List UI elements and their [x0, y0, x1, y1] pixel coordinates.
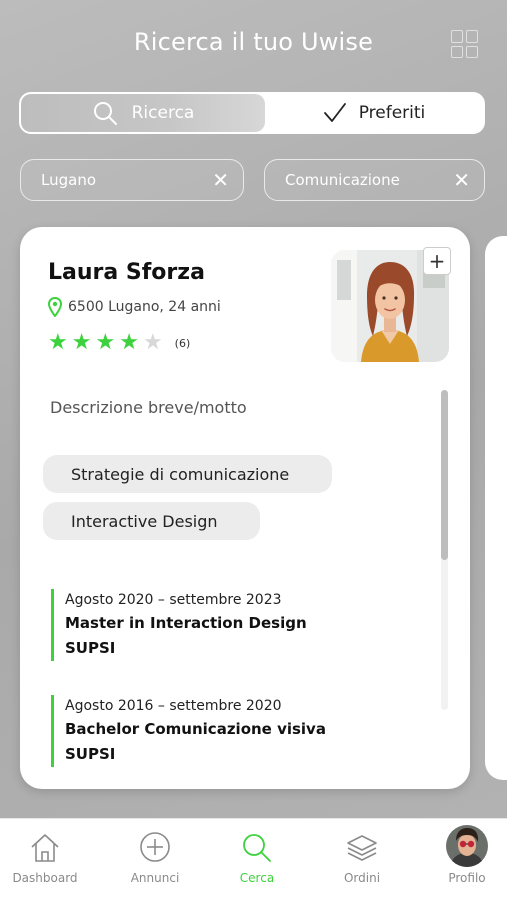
plus-circle-icon: [140, 832, 170, 862]
star-filled-icon: ★: [71, 330, 92, 355]
search-segment-button[interactable]: Ricerca: [21, 94, 265, 132]
avatar: [446, 825, 488, 867]
star-filled-icon: ★: [119, 330, 139, 355]
tab-ordini[interactable]: Ordini: [312, 819, 412, 901]
plus-icon: +: [428, 249, 446, 273]
education-entry: Agosto 2020 – settembre 2023 Master in I…: [51, 589, 307, 661]
education-school: SUPSI: [65, 639, 116, 657]
tab-profilo[interactable]: Profilo: [417, 819, 507, 901]
location-text: 6500 Lugano, 24 anni: [68, 299, 221, 315]
next-card-peek[interactable]: [485, 236, 507, 780]
star-empty-icon: ★: [142, 330, 163, 355]
profile-name: Laura Sforza: [48, 260, 205, 285]
profile-motto: Descrizione breve/motto: [50, 398, 247, 417]
scrollbar-thumb[interactable]: [441, 390, 448, 560]
bottom-tab-bar: Dashboard Annunci Cerca Ordini Profilo: [0, 818, 507, 900]
education-degree: Bachelor Comunicazione visiva: [65, 720, 326, 738]
layers-icon: [347, 835, 377, 861]
filter-chip-label: Comunicazione: [285, 171, 400, 189]
education-degree: Master in Interaction Design: [65, 614, 307, 632]
tab-label: Profilo: [448, 871, 486, 885]
skill-tag: Interactive Design: [43, 502, 260, 540]
close-icon[interactable]: ✕: [212, 170, 229, 190]
tab-label: Ordini: [343, 871, 381, 885]
profile-card[interactable]: Laura Sforza 6500 Lugano, 24 anni ★ ★ ★ …: [20, 227, 470, 789]
page-title: Ricerca il tuo Uwise: [133, 28, 374, 56]
search-icon: [93, 102, 117, 125]
tab-label: Cerca: [239, 871, 275, 885]
grid-view-icon[interactable]: [451, 30, 479, 58]
skill-tag: Strategie di comunicazione: [43, 455, 332, 493]
tab-dashboard[interactable]: Dashboard: [0, 819, 95, 901]
favorites-segment-label: Preferiti: [358, 103, 426, 123]
search-segment-label: Ricerca: [131, 103, 195, 123]
tab-annunci[interactable]: Annunci: [105, 819, 205, 901]
rating: ★ ★ ★ ★ ★ (6): [48, 332, 190, 354]
education-date: Agosto 2020 – settembre 2023: [65, 592, 282, 608]
education-school: SUPSI: [65, 745, 116, 763]
favorites-segment-button[interactable]: Preferiti: [265, 94, 483, 132]
tab-label: Annunci: [130, 871, 180, 885]
star-filled-icon: ★: [95, 330, 116, 355]
rating-count: (6): [174, 336, 191, 350]
search-mode-toggle: Ricerca Preferiti: [19, 92, 485, 134]
profile-location: 6500 Lugano, 24 anni: [48, 297, 221, 317]
search-icon: [243, 834, 271, 862]
home-icon: [31, 834, 59, 862]
location-pin-icon: [48, 297, 62, 317]
filter-chip-category[interactable]: Comunicazione ✕: [264, 159, 485, 201]
tab-cerca[interactable]: Cerca: [207, 819, 307, 901]
education-entry: Agosto 2016 – settembre 2020 Bachelor Co…: [51, 695, 326, 767]
close-icon[interactable]: ✕: [453, 170, 470, 190]
search-screen: Ricerca il tuo Uwise Ricerca Preferiti L…: [0, 0, 507, 818]
filter-chip-location[interactable]: Lugano ✕: [20, 159, 244, 201]
add-favorite-button[interactable]: +: [423, 247, 451, 275]
filter-chip-label: Lugano: [41, 171, 96, 189]
tab-label: Dashboard: [12, 871, 78, 885]
checkmark-icon: [323, 103, 346, 122]
star-filled-icon: ★: [48, 330, 68, 355]
education-date: Agosto 2016 – settembre 2020: [65, 698, 282, 714]
